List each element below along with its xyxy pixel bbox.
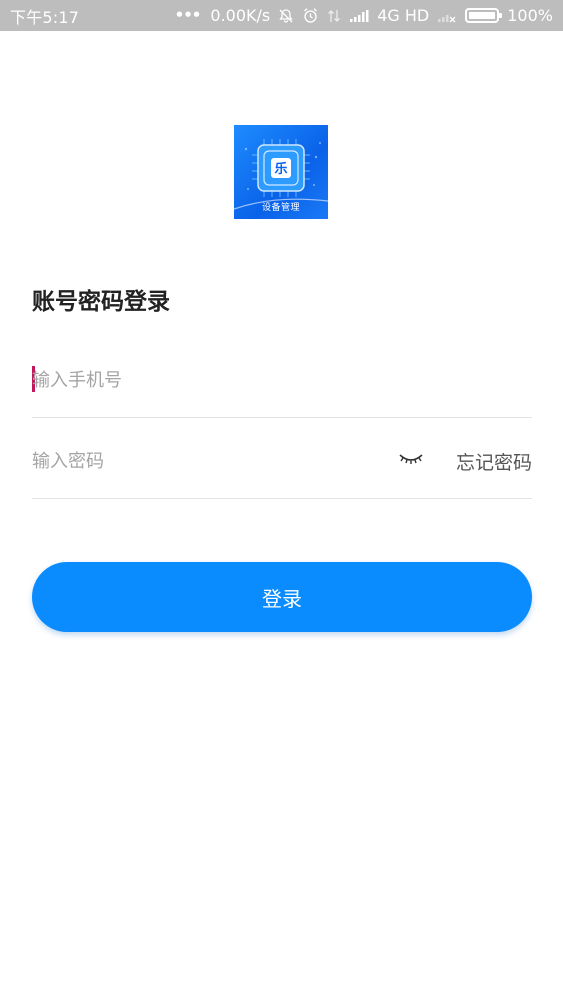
status-icons: ••• 0.00K/s 4G HD 100% [175,6,553,25]
data-transfer-icon [327,8,341,24]
app-logo: 乐 设备管理 [234,125,328,219]
status-bar: 下午5:17 ••• 0.00K/s 4G HD 100% [0,0,563,31]
signal-icon [349,9,369,23]
password-input[interactable] [32,441,372,481]
logo-text: 设备管理 [261,203,300,213]
more-dots-icon: ••• [174,6,202,24]
network-speed: 0.00K/s [210,6,271,25]
phone-field-row [32,358,532,418]
login-title: 账号密码登录 [32,289,170,315]
battery-level: 100% [507,6,553,25]
status-time: 下午5:17 [10,7,80,27]
phone-input[interactable] [32,360,372,400]
network-type: 4G HD [377,6,430,25]
mute-bell-icon [278,8,294,24]
login-button[interactable]: 登录 [32,562,532,632]
alarm-icon [302,7,319,24]
no-signal-icon [437,9,457,23]
battery-icon [465,8,503,23]
password-field-row: 忘记密码 [32,439,532,499]
eye-closed-icon[interactable] [398,449,424,469]
forgot-password-link[interactable]: 忘记密码 [456,448,532,475]
logo-badge-char: 乐 [274,161,287,177]
